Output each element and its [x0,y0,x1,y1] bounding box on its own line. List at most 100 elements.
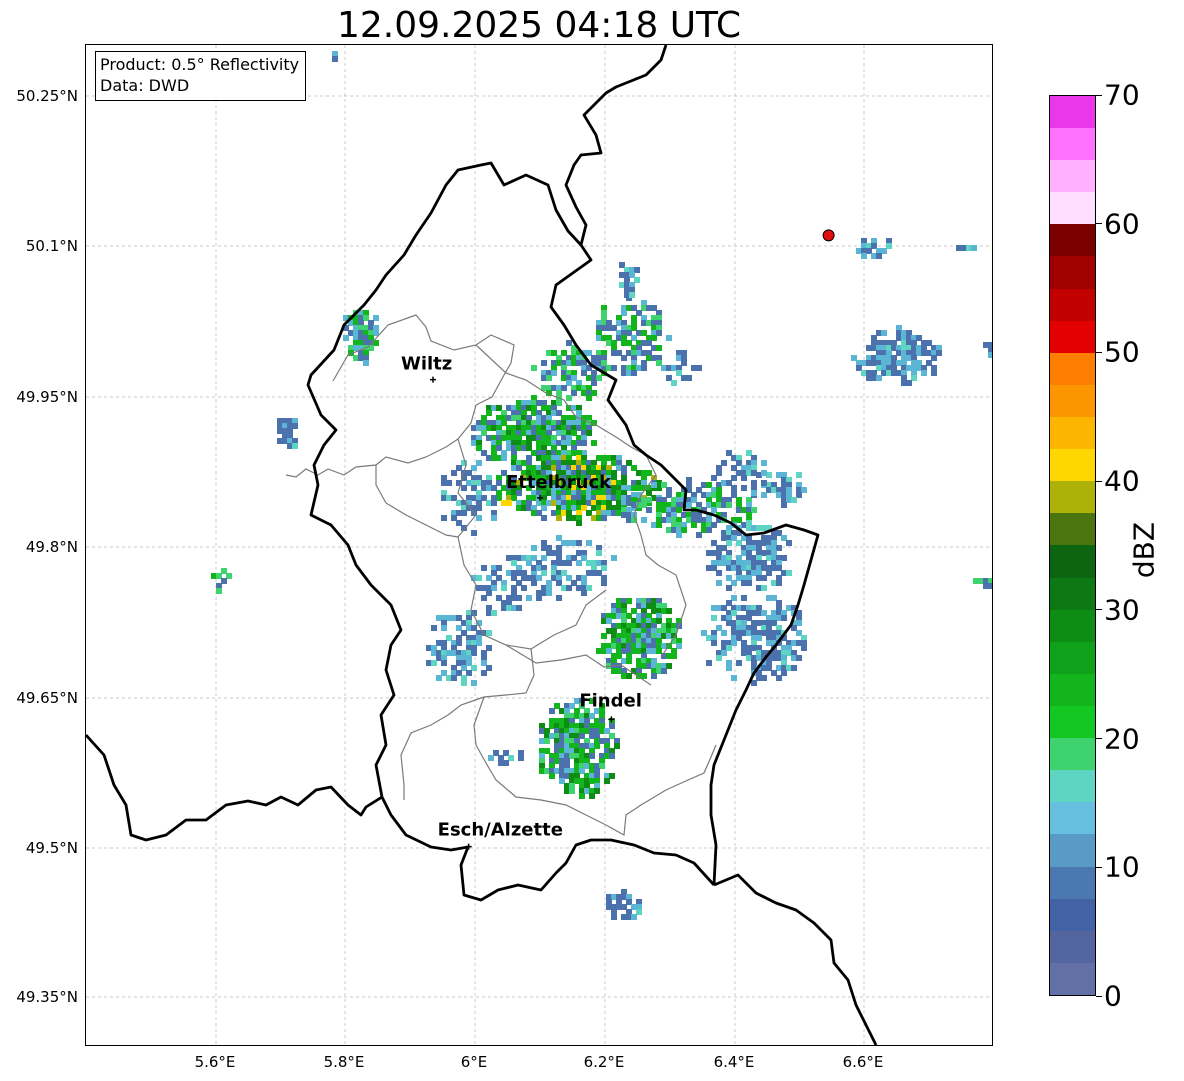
lon-tick-6: 6°E [460,1053,488,1071]
reflectivity-cell [476,515,482,521]
reflectivity-cell [601,515,607,521]
colorbar-tick-mark [1096,223,1102,225]
colorbar-tick-label: 40 [1104,464,1140,498]
reflectivity-cell [581,440,587,446]
product-label: Product: 0.5° Reflectivity [100,55,300,74]
reflectivity-cell [511,575,517,581]
map-gridlines [86,45,992,1045]
reflectivity-cell [441,660,447,666]
colorbar-tick-mark [1096,995,1102,997]
radar-map[interactable]: Wiltz Ettelbruck Findel Esch/Alzette [85,44,993,1046]
reflectivity-cell [526,595,532,601]
reflectivity-cell [566,560,572,566]
colorbar-segment [1050,192,1095,225]
reflectivity-cell [776,580,782,586]
reflectivity-cell [706,527,712,533]
colorbar-tick-mark [1096,351,1102,353]
reflectivity-cell [876,375,882,381]
reflectivity-cell [988,352,992,358]
reflectivity-cell [549,773,555,779]
city-esch-alzette: Esch/Alzette [438,820,563,850]
reflectivity-cell [481,670,487,676]
colorbar-tick-label: 30 [1104,593,1140,627]
reflectivity-cell [861,253,867,259]
reflectivity-cell [586,395,592,401]
reflectivity-cell [451,675,457,681]
reflectivity-cell [556,515,562,521]
reflectivity-cell [641,673,647,679]
reflectivity-cell [726,665,732,671]
reflectivity-cell [481,565,487,571]
colorbar-segment [1050,224,1095,257]
reflectivity-cell [556,595,562,601]
reflectivity-cell [696,532,702,538]
reflectivity-cell [656,345,662,351]
colorbar-segment [1050,834,1095,867]
reflectivity-cell [741,485,747,491]
colorbar-segment [1050,673,1095,707]
colorbar-tick-mark [1096,480,1102,482]
reflectivity-cell [576,560,582,566]
reflectivity-cell [666,335,672,341]
canton-border-southwest [400,696,485,800]
reflectivity-cell [589,793,595,799]
reflectivity-cell [751,470,757,476]
reflectivity-cell [726,502,732,508]
city-label: Esch/Alzette [438,820,563,841]
reflectivity-cell [216,588,222,594]
reflectivity-cell [531,545,537,551]
reflectivity-cell [786,540,792,546]
map-title: 12.09.2025 04:18 UTC [336,5,742,46]
border-france-germany [713,873,878,1045]
colorbar-tick-mark [1096,609,1102,611]
radar-site-marker[interactable] [822,229,835,242]
lat-tick-49-95: 49.95°N [16,388,78,406]
lon-tick-6-2: 6.2°E [583,1053,625,1071]
reflectivity-cell [761,470,767,476]
reflectivity-cell [631,370,637,376]
colorbar-segment [1050,384,1095,418]
reflectivity-cell [921,370,927,376]
product-info-box: Product: 0.5° Reflectivity Data: DWD [95,51,307,101]
colorbar-tick-mark [1096,738,1102,740]
colorbar-segment [1050,866,1095,899]
reflectivity-cell [716,570,722,576]
reflectivity-cell [751,490,757,496]
reflectivity-cell [476,575,482,581]
reflectivity-cell [488,755,494,761]
reflectivity-cell [651,673,657,679]
border-belgium-germany [564,45,668,246]
colorbar-segment [1050,577,1095,610]
reflectivity-cell [761,675,767,681]
reflectivity-cell [601,580,607,586]
colorbar-tick-mark [1096,94,1102,96]
reflectivity-cell [576,520,582,526]
reflectivity-cell [691,522,697,528]
reflectivity-cell [431,625,437,631]
reflectivity-cell [741,475,747,481]
reflectivity-cell [629,292,635,298]
reflectivity-cell [343,335,349,341]
reflectivity-cell [431,660,437,666]
reflectivity-cell [676,532,682,538]
city-label: Findel [579,690,642,711]
reflectivity-cell [641,517,647,523]
reflectivity-cell [446,480,452,486]
reflectivity-cell [621,355,627,361]
reflectivity-cell [471,530,477,536]
reflectivity-cell [626,658,632,664]
lat-tick-49-8: 49.8°N [25,538,78,556]
reflectivity-cell [566,395,572,401]
lon-tick-6-4: 6.4°E [713,1053,755,1071]
colorbar-tick-label: 20 [1104,722,1140,756]
reflectivity-cell [641,365,647,371]
reflectivity-cell [626,673,632,679]
reflectivity-cell [491,515,497,521]
reflectivity-cell [761,492,767,498]
colorbar-segment [1050,513,1095,546]
border-luxembourg-france [380,796,716,902]
reflectivity-cell [661,668,667,674]
reflectivity-cell [671,653,677,659]
colorbar-segment [1050,128,1095,161]
reflectivity-cell [746,580,752,586]
